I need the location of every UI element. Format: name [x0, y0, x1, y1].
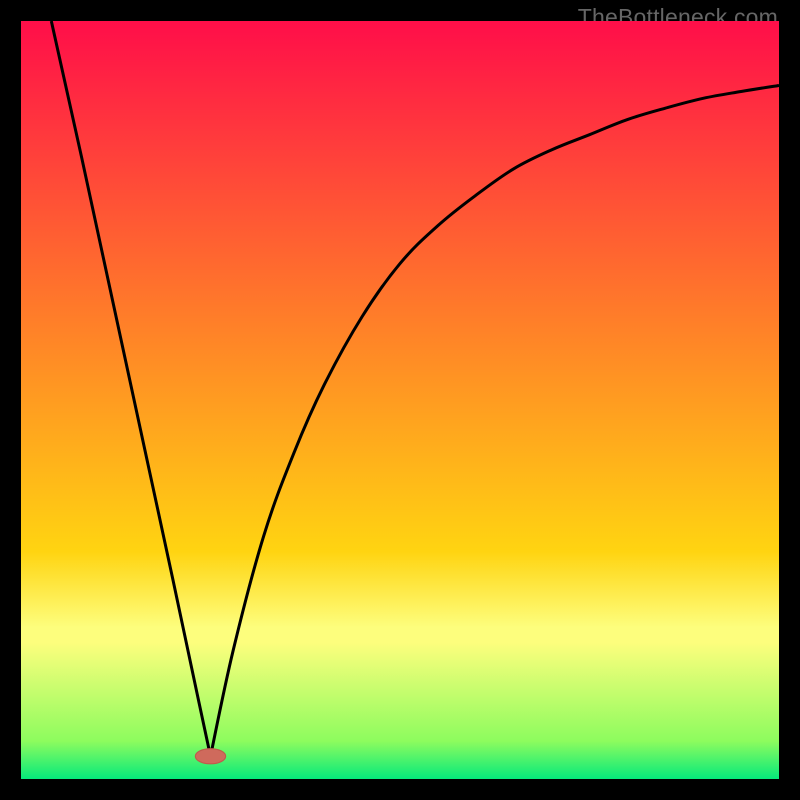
bottleneck-chart	[21, 21, 779, 779]
minimum-marker	[195, 749, 225, 764]
plot-area	[21, 21, 779, 779]
chart-frame: TheBottleneck.com	[0, 0, 800, 800]
